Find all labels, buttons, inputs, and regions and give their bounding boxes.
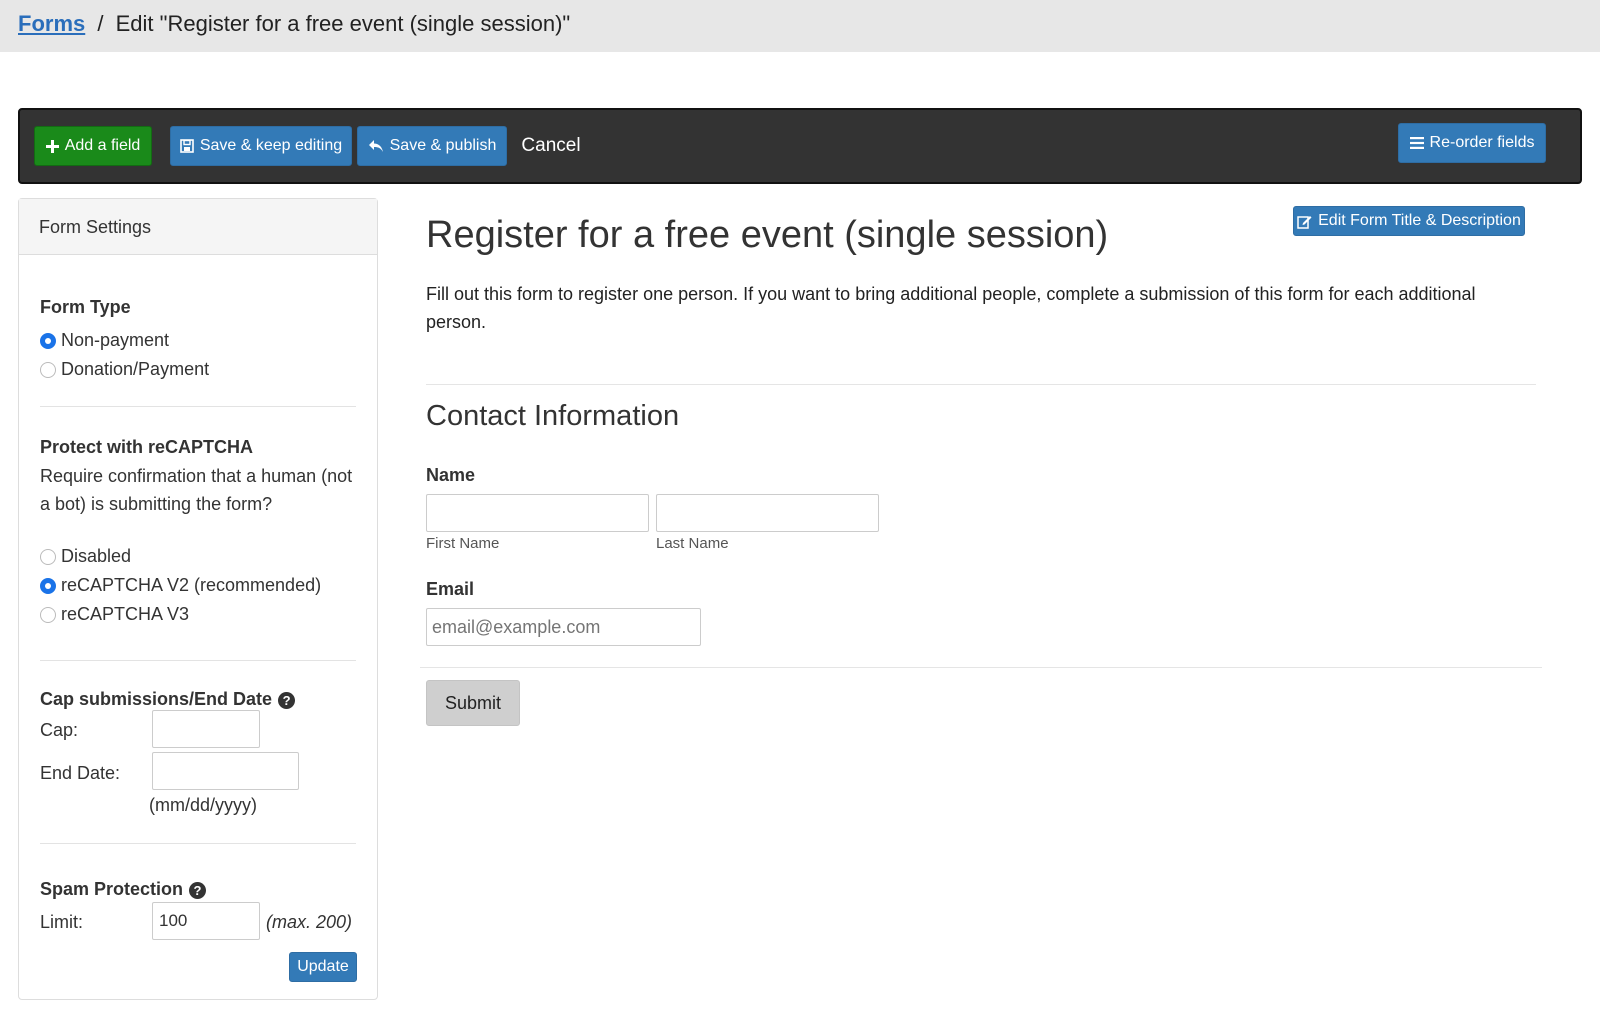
edit-icon	[1297, 215, 1312, 229]
divider	[426, 384, 1536, 385]
limit-label: Limit:	[40, 912, 84, 932]
save-publish-label: Save & publish	[389, 137, 497, 154]
last-name-sublabel: Last Name	[656, 535, 729, 552]
breadcrumb-current: Edit "Register for a free event (single …	[115, 11, 571, 36]
radio-label: reCAPTCHA V2 (recommended)	[61, 575, 322, 595]
form-settings-panel: Form Settings Form Type Non-payment Dona…	[18, 198, 378, 1000]
breadcrumb-separator: /	[97, 11, 104, 36]
reply-arrow-icon	[368, 140, 383, 152]
form-type-title: Form Type	[40, 297, 131, 317]
radio-recaptcha-disabled[interactable]: Disabled	[40, 542, 356, 571]
save-keep-editing-label: Save & keep editing	[199, 137, 343, 154]
reorder-fields-label: Re-order fields	[1429, 134, 1535, 151]
first-name-sublabel: First Name	[426, 535, 500, 552]
spam-title-text: Spam Protection	[40, 879, 184, 899]
radio-non-payment[interactable]: Non-payment	[40, 326, 356, 355]
editor-toolbar: Add a field Save & keep editing Save & p…	[18, 108, 1582, 184]
radio-label: Non-payment	[61, 330, 170, 350]
radio-unselected-indicator[interactable]	[40, 361, 56, 378]
save-keep-editing-button[interactable]: Save & keep editing	[170, 126, 352, 166]
spam-section: Spam Protection?	[40, 879, 356, 900]
submit-button[interactable]: Submit	[426, 680, 520, 726]
help-icon[interactable]: ?	[278, 691, 296, 709]
recaptcha-description: Require confirmation that a human (not a…	[40, 466, 353, 514]
radio-recaptcha-v3[interactable]: reCAPTCHA V3	[40, 600, 356, 629]
save-publish-button[interactable]: Save & publish	[357, 126, 507, 166]
recaptcha-title: Protect with reCAPTCHA	[40, 437, 254, 457]
name-label: Name	[426, 465, 476, 485]
limit-max-hint: (max. 200)	[266, 912, 353, 932]
form-type-section: Form Type Non-payment Donation/Payment	[40, 297, 356, 384]
limit-input[interactable]	[152, 902, 260, 940]
first-name-input[interactable]	[426, 494, 649, 532]
radio-unselected-indicator[interactable]	[40, 606, 56, 623]
breadcrumb: Forms / Edit "Register for a free event …	[0, 0, 1600, 52]
edit-form-title-label: Edit Form Title & Description	[1318, 212, 1521, 229]
add-field-button[interactable]: Add a field	[34, 126, 152, 166]
email-input[interactable]	[426, 608, 701, 646]
radio-label: reCAPTCHA V3	[61, 604, 190, 624]
cap-label: Cap:	[40, 720, 79, 740]
radio-selected-indicator[interactable]	[40, 332, 56, 349]
edit-form-title-button[interactable]: Edit Form Title & Description	[1293, 206, 1525, 236]
add-field-label: Add a field	[64, 137, 141, 154]
list-icon	[1409, 137, 1424, 149]
form-description: Fill out this form to register one perso…	[426, 284, 1476, 332]
reorder-fields-button[interactable]: Re-order fields	[1398, 123, 1546, 163]
cap-title-text: Cap submissions/End Date	[40, 689, 273, 709]
divider	[420, 667, 1542, 668]
radio-label: Disabled	[61, 546, 132, 566]
update-button[interactable]: Update	[289, 952, 357, 982]
section-heading: Contact Information	[426, 400, 680, 432]
cap-title: Cap submissions/End Date?	[40, 689, 356, 710]
email-label: Email	[426, 579, 475, 599]
date-format-hint: (mm/dd/yyyy)	[149, 795, 257, 815]
end-date-input[interactable]	[152, 752, 299, 790]
radio-recaptcha-v2[interactable]: reCAPTCHA V2 (recommended)	[40, 571, 356, 600]
form-title: Register for a free event (single sessio…	[426, 214, 1109, 256]
plus-icon	[45, 139, 59, 153]
radio-donation-payment[interactable]: Donation/Payment	[40, 355, 356, 384]
divider	[40, 660, 356, 661]
cap-section: Cap submissions/End Date?	[40, 689, 356, 710]
divider	[40, 843, 356, 844]
cap-input[interactable]	[152, 710, 260, 748]
radio-label: Donation/Payment	[61, 359, 210, 379]
cancel-button[interactable]: Cancel	[516, 126, 586, 166]
divider	[40, 406, 356, 407]
spam-title: Spam Protection?	[40, 879, 356, 900]
radio-unselected-indicator[interactable]	[40, 548, 56, 565]
help-icon[interactable]: ?	[189, 881, 207, 899]
breadcrumb-forms-link[interactable]: Forms	[18, 11, 85, 36]
last-name-input[interactable]	[656, 494, 879, 532]
floppy-disk-icon	[180, 139, 194, 153]
end-date-label: End Date:	[40, 763, 121, 783]
recaptcha-section: Protect with reCAPTCHA Require confirmat…	[40, 437, 356, 629]
radio-selected-indicator[interactable]	[40, 577, 56, 594]
form-settings-header: Form Settings	[19, 199, 377, 255]
